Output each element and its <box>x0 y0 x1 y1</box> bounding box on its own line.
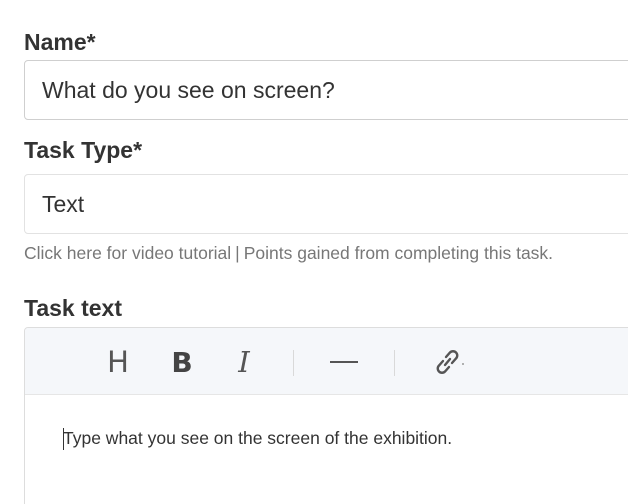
bold-button[interactable]: B <box>167 342 197 382</box>
task-type-label: Task Type* <box>24 137 143 163</box>
points-info: Points gained from completing this task. <box>243 243 554 263</box>
editor-text: Type what you see on the screen of the e… <box>63 428 453 448</box>
italic-button[interactable]: I <box>229 342 259 382</box>
task-type-value: Text <box>42 190 85 217</box>
editor-toolbar: H B I <box>25 328 628 395</box>
name-input-value: What do you see on screen? <box>42 76 335 103</box>
horizontal-rule-button[interactable] <box>327 342 361 382</box>
horizontal-rule-icon <box>330 361 358 363</box>
video-tutorial-link[interactable]: Click here for video tutorial <box>24 243 231 263</box>
task-text-label: Task text <box>24 295 123 321</box>
editor-content[interactable]: Type what you see on the screen of the e… <box>25 395 628 450</box>
name-label: Name* <box>24 29 96 55</box>
link-button[interactable] <box>429 342 467 382</box>
toolbar-divider <box>293 350 294 376</box>
name-input[interactable]: What do you see on screen? <box>24 60 628 120</box>
task-type-select[interactable]: Text <box>24 174 628 234</box>
text-caret <box>63 428 64 450</box>
task-form: Name* What do you see on screen? Task Ty… <box>0 0 628 504</box>
help-separator: | <box>235 243 240 263</box>
toolbar-divider <box>394 350 395 376</box>
help-text: Click here for video tutorial | Points gai… <box>24 243 553 264</box>
link-icon <box>436 350 464 374</box>
task-text-editor[interactable]: H B I Type what you see on the screen of… <box>24 327 628 504</box>
heading-button[interactable]: H <box>103 342 133 382</box>
